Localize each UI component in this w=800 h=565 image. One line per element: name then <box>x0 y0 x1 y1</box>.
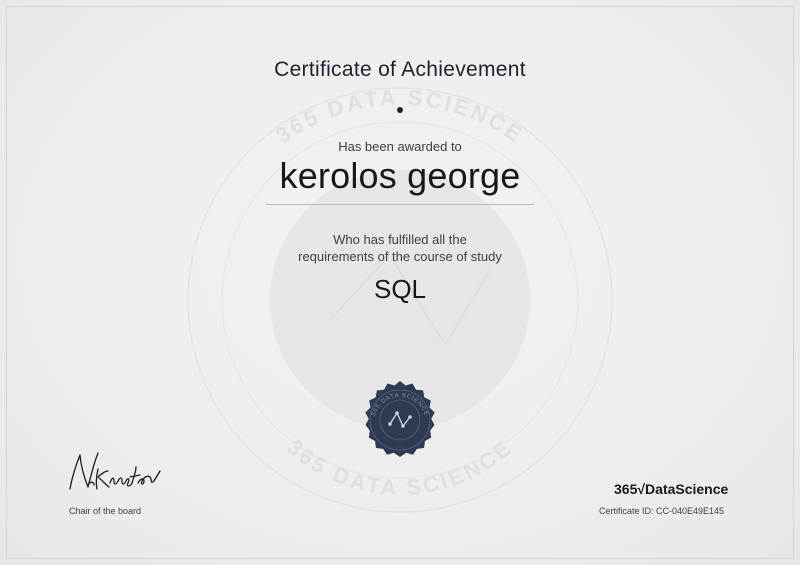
course-name: SQL <box>373 274 427 304</box>
certificate-title: Certificate of Achievement <box>274 58 526 81</box>
issuer-logo: 365√DataScience <box>614 481 729 497</box>
title-divider-dot <box>397 107 403 113</box>
requirements-line-2: requirements of the course of study <box>298 249 502 264</box>
certificate: 365 DATA SCIENCE 365 DATA SCIENCE Certif… <box>0 0 800 565</box>
seal-badge: 365 DATA SCIENCE <box>365 381 435 457</box>
name-underline <box>266 204 534 205</box>
signature-image <box>69 452 161 490</box>
recipient-name: kerolos george <box>279 155 521 196</box>
certificate-id: Certificate ID: CC-040E49E145 <box>599 506 725 516</box>
awarded-label: Has been awarded to <box>338 139 462 154</box>
requirements-text: Who has fulfilled all the requirements o… <box>0 231 800 265</box>
signature-role: Chair of the board <box>69 506 142 516</box>
requirements-line-1: Who has fulfilled all the <box>333 232 467 247</box>
